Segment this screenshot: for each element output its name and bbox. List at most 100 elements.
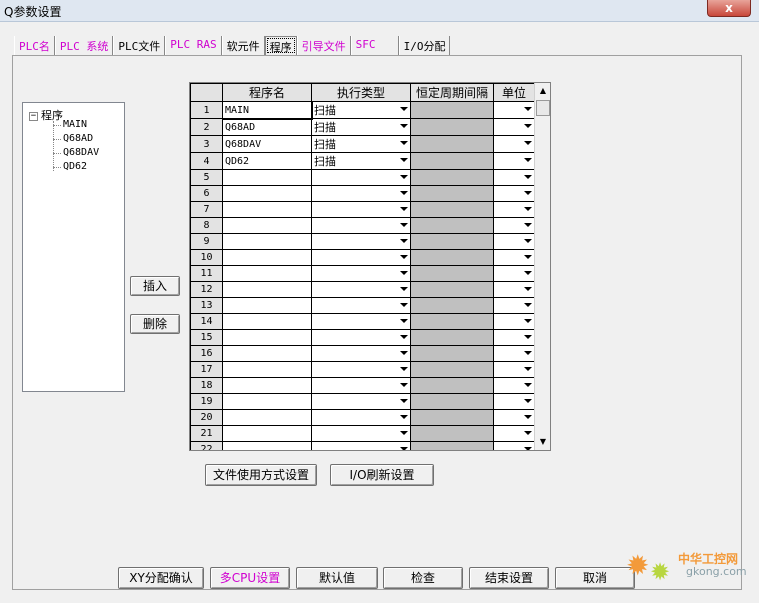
dropdown-arrow-icon[interactable] — [524, 335, 532, 339]
exec-type-select[interactable] — [311, 169, 411, 186]
dropdown-arrow-icon[interactable] — [524, 271, 532, 275]
dropdown-arrow-icon[interactable] — [400, 319, 408, 323]
dropdown-arrow-icon[interactable] — [524, 191, 532, 195]
program-name-cell[interactable] — [222, 377, 312, 394]
cancel-button[interactable]: 取消 — [555, 567, 635, 589]
unit-select[interactable] — [493, 169, 535, 186]
program-name-cell[interactable] — [222, 169, 312, 186]
exec-type-select[interactable] — [311, 297, 411, 314]
dropdown-arrow-icon[interactable] — [400, 271, 408, 275]
dropdown-arrow-icon[interactable] — [524, 431, 532, 435]
dropdown-arrow-icon[interactable] — [524, 287, 532, 291]
dropdown-arrow-icon[interactable] — [524, 415, 532, 419]
table-row[interactable]: 4 QD62 扫描 — [190, 152, 535, 170]
dropdown-arrow-icon[interactable] — [524, 239, 532, 243]
tree-item-q68ad[interactable]: Q68AD — [63, 133, 93, 144]
dropdown-arrow-icon[interactable] — [400, 158, 408, 162]
dropdown-arrow-icon[interactable] — [524, 383, 532, 387]
program-name-cell[interactable] — [222, 249, 312, 266]
unit-select[interactable] — [493, 409, 535, 426]
tab-plc-system[interactable]: PLC 系统 — [54, 36, 114, 55]
unit-select[interactable] — [493, 425, 535, 442]
table-row[interactable]: 11 — [190, 265, 535, 282]
table-row[interactable]: 3 Q68DAV 扫描 — [190, 135, 535, 153]
dropdown-arrow-icon[interactable] — [400, 415, 408, 419]
exec-type-select[interactable] — [311, 201, 411, 218]
tab-boot-file[interactable]: 引导文件 — [296, 36, 351, 55]
tree-item-main[interactable]: MAIN — [63, 119, 87, 130]
exec-type-select[interactable] — [311, 441, 411, 450]
unit-select[interactable] — [493, 233, 535, 250]
tab-plc-file[interactable]: PLC文件 — [113, 36, 166, 55]
dropdown-arrow-icon[interactable] — [524, 447, 532, 450]
delete-button[interactable]: 删除 — [130, 314, 180, 334]
program-name-cell[interactable] — [222, 217, 312, 234]
table-row[interactable]: 19 — [190, 393, 535, 410]
tab-sfc[interactable]: SFC — [350, 36, 399, 55]
table-row[interactable]: 8 — [190, 217, 535, 234]
dropdown-arrow-icon[interactable] — [524, 141, 532, 145]
program-name-cell[interactable] — [222, 361, 312, 378]
dropdown-arrow-icon[interactable] — [400, 239, 408, 243]
dropdown-arrow-icon[interactable] — [400, 303, 408, 307]
table-row[interactable]: 14 — [190, 313, 535, 330]
program-name-cell[interactable] — [222, 281, 312, 298]
unit-select[interactable] — [493, 329, 535, 346]
exec-type-select[interactable] — [311, 233, 411, 250]
program-name-cell[interactable] — [222, 329, 312, 346]
dropdown-arrow-icon[interactable] — [524, 175, 532, 179]
scroll-up-icon[interactable]: ▲ — [535, 83, 551, 99]
program-name-cell[interactable] — [222, 409, 312, 426]
dropdown-arrow-icon[interactable] — [400, 287, 408, 291]
unit-select[interactable] — [493, 393, 535, 410]
table-row[interactable]: 13 — [190, 297, 535, 314]
unit-select[interactable] — [493, 441, 535, 450]
program-name-cell[interactable] — [222, 185, 312, 202]
dropdown-arrow-icon[interactable] — [524, 207, 532, 211]
dropdown-arrow-icon[interactable] — [400, 191, 408, 195]
dropdown-arrow-icon[interactable] — [524, 399, 532, 403]
unit-select[interactable] — [493, 217, 535, 234]
dropdown-arrow-icon[interactable] — [524, 124, 532, 128]
table-row[interactable]: 2 Q68AD 扫描 — [190, 118, 535, 136]
table-row[interactable]: 22 — [190, 441, 535, 450]
unit-select[interactable] — [493, 281, 535, 298]
scroll-thumb[interactable] — [536, 100, 550, 116]
multi-cpu-button[interactable]: 多CPU设置 — [210, 567, 290, 589]
tab-io-assignment[interactable]: I/O分配 — [398, 36, 451, 55]
exec-type-select[interactable] — [311, 377, 411, 394]
tree-item-q68dav[interactable]: Q68DAV — [63, 147, 99, 158]
unit-select[interactable] — [493, 101, 535, 119]
unit-select[interactable] — [493, 313, 535, 330]
dropdown-arrow-icon[interactable] — [524, 303, 532, 307]
table-row[interactable]: 15 — [190, 329, 535, 346]
unit-select[interactable] — [493, 152, 535, 170]
tab-plc-ras[interactable]: PLC RAS — [165, 36, 222, 55]
scroll-down-icon[interactable]: ▼ — [535, 434, 551, 450]
program-name-cell[interactable] — [222, 265, 312, 282]
table-row[interactable]: 5 — [190, 169, 535, 186]
exec-type-select[interactable]: 扫描 — [311, 101, 411, 119]
exec-type-select[interactable] — [311, 425, 411, 442]
program-name-cell[interactable] — [222, 233, 312, 250]
unit-select[interactable] — [493, 185, 535, 202]
table-row[interactable]: 12 — [190, 281, 535, 298]
dropdown-arrow-icon[interactable] — [400, 383, 408, 387]
dropdown-arrow-icon[interactable] — [524, 255, 532, 259]
dropdown-arrow-icon[interactable] — [400, 447, 408, 450]
table-row[interactable]: 6 — [190, 185, 535, 202]
program-name-cell[interactable] — [222, 297, 312, 314]
dropdown-arrow-icon[interactable] — [400, 351, 408, 355]
exec-type-select[interactable]: 扫描 — [311, 152, 411, 170]
file-usage-button[interactable]: 文件使用方式设置 — [205, 464, 317, 486]
program-name-cell[interactable]: Q68DAV — [222, 135, 312, 153]
table-row[interactable]: 21 — [190, 425, 535, 442]
dropdown-arrow-icon[interactable] — [524, 223, 532, 227]
exec-type-select[interactable] — [311, 329, 411, 346]
program-name-cell[interactable] — [222, 313, 312, 330]
unit-select[interactable] — [493, 265, 535, 282]
dropdown-arrow-icon[interactable] — [524, 107, 532, 111]
dropdown-arrow-icon[interactable] — [524, 158, 532, 162]
dropdown-arrow-icon[interactable] — [524, 351, 532, 355]
unit-select[interactable] — [493, 201, 535, 218]
